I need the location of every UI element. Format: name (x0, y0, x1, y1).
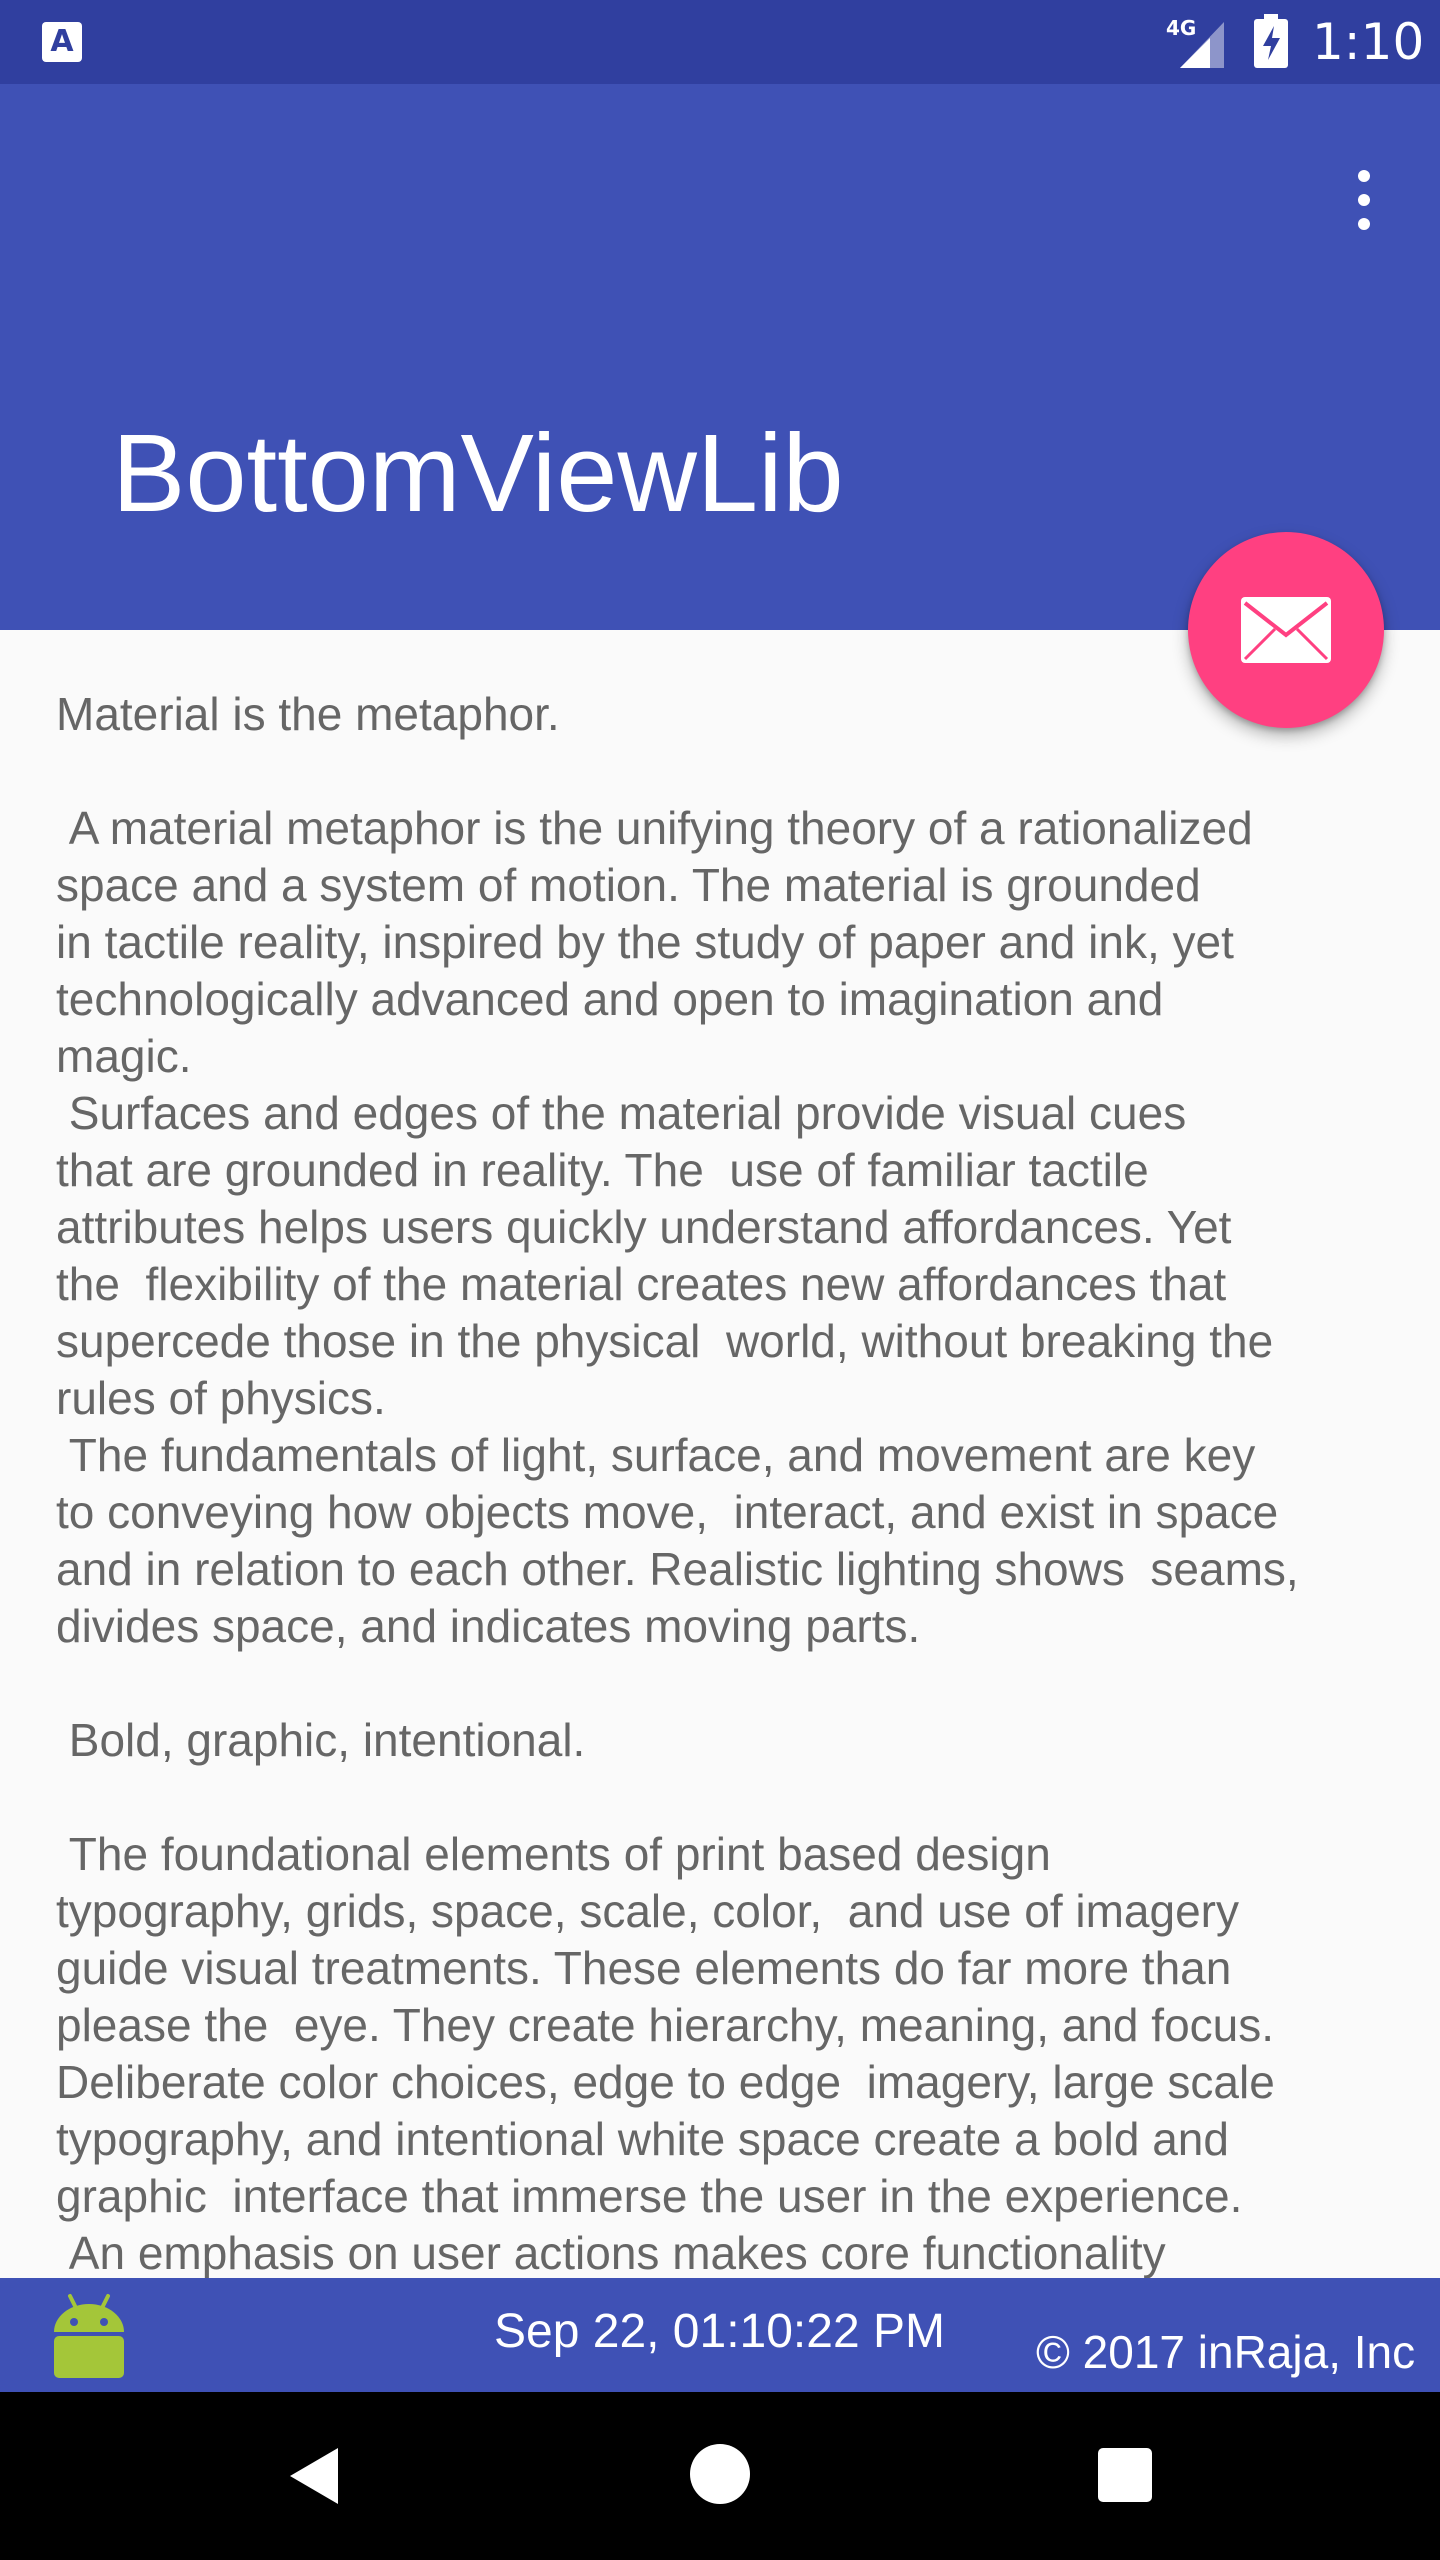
body-text: Material is the metaphor. A material met… (56, 688, 1299, 2278)
app-bar: BottomViewLib (0, 84, 1440, 630)
signal-icon (1180, 22, 1224, 68)
recents-icon[interactable] (1098, 2448, 1152, 2502)
more-vert-icon[interactable] (1336, 150, 1392, 250)
timestamp-label: Sep 22, 01:10:22 PM (494, 2305, 945, 2358)
network-indicator: 4G (1166, 16, 1226, 68)
status-bar: A 4G 1:10 (0, 0, 1440, 84)
android-icon (54, 2294, 124, 2378)
mail-icon (1241, 597, 1331, 663)
system-nav-bar (0, 2392, 1440, 2560)
home-icon[interactable] (690, 2444, 750, 2504)
battery-charging-icon (1254, 14, 1288, 68)
mail-fab-button[interactable] (1188, 532, 1384, 728)
app-title: BottomViewLib (112, 412, 844, 535)
text-notification-icon: A (42, 22, 82, 62)
bottom-view-bar: Sep 22, 01:10:22 PM © 2017 inRaja, Inc (0, 2278, 1440, 2392)
status-time: 1:10 (1312, 13, 1425, 71)
content-scroll-area[interactable]: Material is the metaphor. A material met… (56, 686, 1396, 2278)
back-icon[interactable] (282, 2444, 346, 2508)
copyright-label: © 2017 inRaja, Inc (1036, 2326, 1416, 2378)
